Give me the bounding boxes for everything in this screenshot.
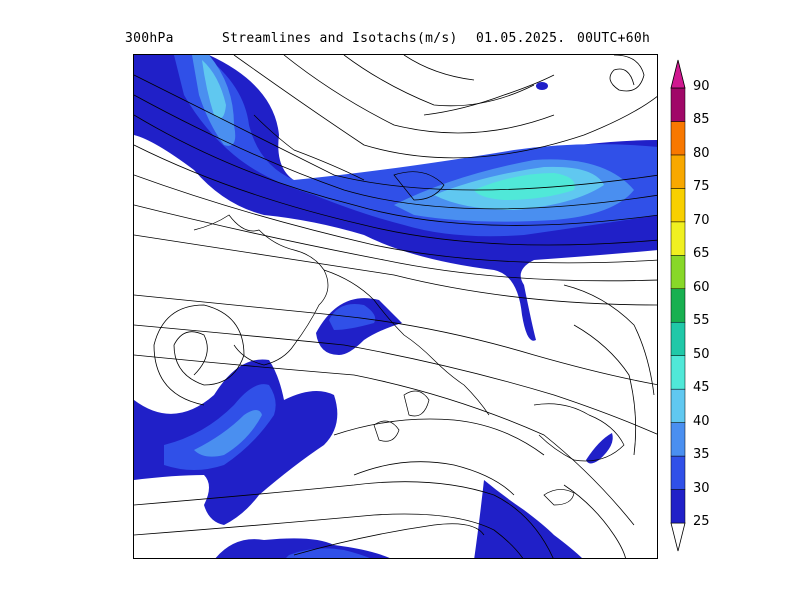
forecast-date: 01.05.2025. — [476, 31, 566, 46]
colorbar-upper-arrow — [670, 59, 686, 89]
colorbar-swatch-80 — [670, 121, 686, 156]
colorbar-label-45: 45 — [693, 380, 710, 396]
map-panel — [133, 54, 658, 559]
colorbar-lower-arrow — [670, 522, 686, 552]
colorbar-label-75: 75 — [693, 179, 710, 195]
colorbar-swatch-45 — [670, 355, 686, 390]
colorbar-swatch-70 — [670, 188, 686, 223]
colorbar-swatch-60 — [670, 255, 686, 290]
colorbar-swatch-25 — [670, 489, 686, 524]
colorbar-label-35: 35 — [693, 447, 710, 463]
colorbar-label-90: 90 — [693, 79, 710, 94]
colorbar-label-25: 25 — [693, 514, 710, 529]
colorbar-label-30: 30 — [693, 480, 710, 496]
pressure-level-label: 300hPa — [125, 31, 174, 46]
jet-streak-east-spot — [586, 433, 613, 464]
colorbar-label-85: 85 — [693, 112, 710, 128]
colorbar-label-60: 60 — [693, 279, 710, 295]
colorbar-swatch-55 — [670, 288, 686, 323]
colorbar-label-80: 80 — [693, 145, 710, 161]
colorbar-swatch-35 — [670, 422, 686, 457]
colorbar-swatch-65 — [670, 221, 686, 256]
colorbar-label-65: 65 — [693, 246, 710, 262]
colorbar-label-55: 55 — [693, 313, 710, 329]
colorbar-swatch-40 — [670, 388, 686, 423]
colorbar-swatch-75 — [670, 154, 686, 189]
colorbar-swatches — [670, 59, 686, 552]
colorbar-label-40: 40 — [693, 413, 710, 429]
colorbar-swatch-30 — [670, 455, 686, 490]
product-title: Streamlines and Isotachs(m/s) — [222, 31, 458, 46]
isotach-colorbar — [670, 59, 686, 552]
title-row: 300hPa Streamlines and Isotachs(m/s) 01.… — [0, 0, 792, 50]
jet-spot-north — [536, 82, 548, 90]
colorbar-swatch-85 — [670, 87, 686, 122]
colorbar-label-70: 70 — [693, 212, 710, 228]
forecast-run: 00UTC+60h — [577, 31, 651, 46]
colorbar-label-50: 50 — [693, 346, 710, 362]
colorbar-swatch-50 — [670, 321, 686, 356]
jet-streak-southeast — [474, 480, 582, 558]
isotach-streamline-map — [134, 55, 657, 558]
